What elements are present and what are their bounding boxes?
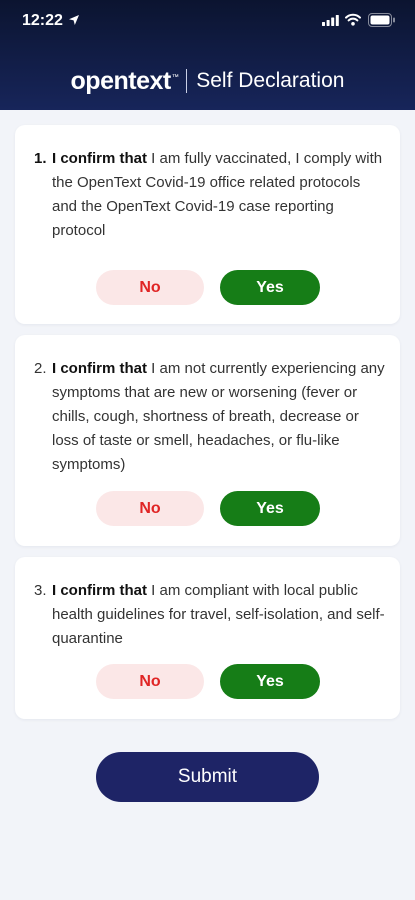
question-number: 1. (34, 150, 47, 167)
logo-text: opentext (70, 66, 172, 95)
question-number: 2. (34, 360, 47, 377)
no-button[interactable]: No (96, 491, 204, 526)
yes-button[interactable]: Yes (220, 270, 320, 305)
status-bar: 12:22 (0, 0, 415, 44)
cellular-signal-icon (322, 15, 339, 26)
question-text: 3. I confirm that I am compliant with lo… (34, 579, 389, 651)
app-header: 12:22 opentext™ Self Declaration (0, 0, 415, 110)
question-card-1: 1. I confirm that I am fully vaccinated,… (15, 125, 400, 324)
status-time: 12:22 (22, 12, 63, 29)
question-text: 1. I confirm that I am fully vaccinated,… (34, 147, 389, 243)
yes-button[interactable]: Yes (220, 664, 320, 699)
no-button[interactable]: No (96, 664, 204, 699)
wifi-icon (345, 13, 361, 26)
answer-buttons: No Yes (15, 491, 400, 527)
brand-divider (186, 69, 188, 93)
battery-icon (368, 13, 395, 27)
question-number: 3. (34, 582, 47, 599)
question-text: 2. I confirm that I am not currently exp… (34, 357, 389, 477)
question-lead: I confirm that (52, 150, 148, 167)
question-card-2: 2. I confirm that I am not currently exp… (15, 335, 400, 546)
brand-bar: opentext™ Self Declaration (0, 64, 415, 98)
question-card-3: 3. I confirm that I am compliant with lo… (15, 557, 400, 719)
question-lead: I confirm that (52, 582, 148, 599)
submit-button[interactable]: Submit (96, 752, 319, 802)
answer-buttons: No Yes (15, 664, 400, 700)
opentext-logo: opentext™ (71, 67, 179, 96)
no-button[interactable]: No (96, 270, 204, 305)
question-lead: I confirm that (52, 360, 148, 377)
yes-button[interactable]: Yes (220, 491, 320, 526)
logo-trademark: ™ (171, 74, 179, 82)
location-arrow-icon (69, 15, 79, 25)
answer-buttons: No Yes (15, 270, 400, 306)
page-title: Self Declaration (196, 69, 345, 92)
